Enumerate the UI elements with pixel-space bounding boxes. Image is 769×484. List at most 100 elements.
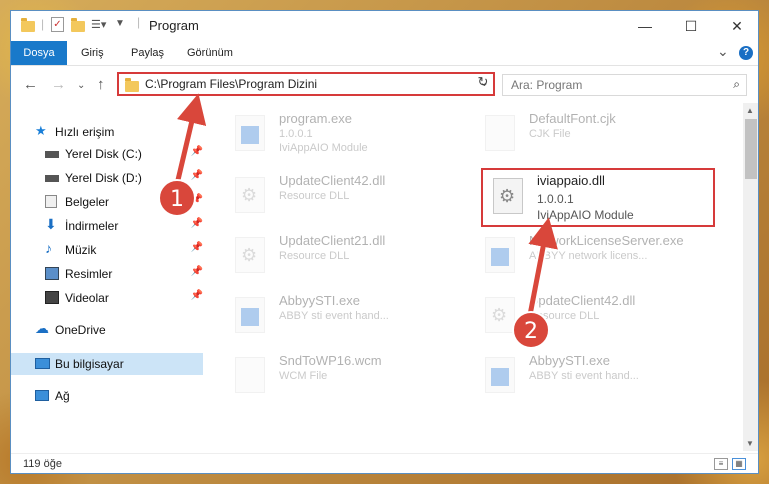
file-item[interactable]: DefaultFont.cjk CJK File — [467, 111, 707, 161]
download-arrow-icon: ⬇ — [45, 216, 57, 232]
file-name: iviappaio.dll — [537, 173, 605, 188]
nav-label: Müzik — [65, 243, 97, 257]
file-detail: 1.0.0.1 — [279, 128, 313, 140]
file-description: IviAppAIO Module — [537, 208, 634, 222]
file-detail: ABBY sti event hand... — [279, 310, 389, 322]
nav-item-quick-access[interactable]: ★ Hızlı erişim — [11, 121, 203, 143]
large-icons-view-icon[interactable]: ▦ — [732, 458, 746, 470]
file-name: UpdateClient42.dll — [529, 293, 636, 308]
maximize-button[interactable]: ☐ — [668, 11, 714, 41]
nav-label: İndirmeler — [65, 219, 119, 233]
tab-home[interactable]: Giriş — [81, 41, 104, 65]
item-count: 119 öğe — [23, 458, 62, 470]
file-name: UpdateClient21.dll — [279, 233, 386, 248]
forward-arrow-icon[interactable]: → — [51, 76, 66, 93]
pin-icon: 📌 — [190, 242, 203, 253]
file-name: NetworkLicenseServer.exe — [529, 233, 684, 248]
window-title: Program — [149, 18, 199, 33]
file-detail: Resource DLL — [279, 250, 350, 262]
customize-qa-icon[interactable]: ☰▾ — [91, 18, 106, 31]
file-name: UpdateClient42.dll — [279, 173, 386, 188]
file-item[interactable]: UpdateClient42.dll Resource DLL — [467, 293, 707, 343]
video-icon — [45, 291, 59, 304]
network-icon — [35, 390, 49, 401]
file-detail: Resource DLL — [279, 190, 350, 202]
nav-item-disk-c[interactable]: Yerel Disk (C:) 📌 — [11, 143, 203, 165]
help-icon[interactable]: ? — [739, 46, 753, 60]
step-badge-1: 1 — [158, 179, 196, 217]
refresh-icon[interactable]: ↻ — [473, 72, 493, 92]
exe-file-icon — [235, 297, 265, 333]
tab-file[interactable]: Dosya — [11, 41, 67, 65]
up-arrow-icon[interactable]: ↑ — [97, 76, 105, 93]
file-name: AbbyySTI.exe — [529, 353, 610, 368]
minimize-button[interactable]: — — [622, 11, 668, 41]
file-icon — [485, 115, 515, 151]
nav-label: Resimler — [65, 267, 113, 281]
picture-icon — [45, 267, 59, 280]
nav-item-pictures[interactable]: Resimler 📌 — [11, 263, 203, 285]
file-detail: ABBY sti event hand... — [529, 370, 639, 382]
nav-item-downloads[interactable]: ⬇ İndirmeler 📌 — [11, 215, 203, 237]
scroll-thumb[interactable] — [745, 119, 757, 179]
cloud-icon: ☁ — [35, 320, 49, 336]
scroll-up-icon[interactable]: ▲ — [746, 106, 754, 115]
nav-label: Ağ — [55, 389, 70, 403]
pin-icon: 📌 — [190, 170, 203, 181]
address-path: C:\Program Files\Program Dizini — [145, 77, 318, 91]
address-row: ← → ⌄ ↑ C:\Program Files\Program Dizini … — [11, 66, 758, 102]
nav-item-videos[interactable]: Videolar 📌 — [11, 287, 203, 309]
back-arrow-icon[interactable]: ← — [23, 76, 38, 93]
pin-icon: 📌 — [190, 290, 203, 301]
pin-icon: 📌 — [190, 146, 203, 157]
document-icon — [45, 195, 57, 208]
file-name: AbbyySTI.exe — [279, 293, 360, 308]
nav-label: Yerel Disk (C:) — [65, 147, 142, 161]
drive-icon — [45, 175, 59, 182]
file-item[interactable]: UpdateClient21.dll Resource DLL — [217, 233, 457, 283]
title-bar: | ✓ ☰▾ ▼ | Program — ☐ ✕ — [11, 11, 758, 41]
navigation-pane: ★ Hızlı erişim Yerel Disk (C:) 📌 Yerel D… — [11, 103, 211, 453]
file-item[interactable]: AbbyySTI.exe ABBY sti event hand... — [217, 293, 457, 343]
star-icon: ★ — [35, 123, 47, 138]
tab-share[interactable]: Paylaş — [131, 41, 164, 65]
step-badge-2: 2 — [512, 311, 550, 349]
tab-view[interactable]: Görünüm — [187, 41, 233, 65]
address-bar[interactable]: C:\Program Files\Program Dizini ⌄ — [117, 72, 495, 96]
nav-label: Videolar — [65, 291, 109, 305]
recent-dropdown-icon[interactable]: ⌄ — [77, 80, 85, 91]
scroll-down-icon[interactable]: ▼ — [746, 439, 754, 448]
computer-icon — [35, 358, 50, 369]
nav-item-music[interactable]: ♪ Müzik 📌 — [11, 239, 203, 261]
exe-file-icon — [485, 357, 515, 393]
file-name: program.exe — [279, 111, 352, 126]
search-input[interactable]: Ara: Program ⌕ — [502, 74, 747, 96]
ribbon-tabs: Dosya Giriş Paylaş Görünüm ⌄ ? — [11, 41, 758, 66]
nav-label: Hızlı erişim — [55, 125, 115, 139]
search-placeholder: Ara: Program — [511, 78, 583, 92]
vertical-scrollbar[interactable]: ▲ ▼ — [743, 103, 758, 451]
qa-dropdown-icon[interactable]: ▼ — [115, 18, 125, 29]
file-item[interactable]: UpdateClient42.dll Resource DLL — [217, 173, 457, 223]
details-view-icon[interactable]: ≡ — [714, 458, 728, 470]
file-icon — [235, 357, 265, 393]
dll-file-icon — [235, 177, 265, 213]
file-item[interactable]: SndToWP16.wcm WCM File — [217, 353, 457, 403]
pin-icon: 📌 — [190, 218, 203, 229]
nav-item-network[interactable]: Ağ — [11, 385, 203, 407]
file-detail: ABBYY network licens... — [529, 250, 648, 262]
nav-item-onedrive[interactable]: ☁ OneDrive — [11, 319, 203, 341]
close-button[interactable]: ✕ — [714, 11, 758, 41]
file-detail: CJK File — [529, 128, 571, 140]
file-list: program.exe 1.0.0.1 IviAppAIO Module Def… — [217, 103, 739, 451]
separator: | — [41, 17, 45, 31]
file-item[interactable]: program.exe 1.0.0.1 IviAppAIO Module — [217, 111, 457, 161]
file-item[interactable]: AbbyySTI.exe ABBY sti event hand... — [467, 353, 707, 403]
nav-item-this-pc[interactable]: Bu bilgisayar — [11, 353, 203, 375]
file-detail: WCM File — [279, 370, 328, 382]
new-folder-icon[interactable] — [71, 18, 85, 32]
highlighted-file-item[interactable]: iviappaio.dll 1.0.0.1 IviAppAIO Module — [481, 168, 715, 227]
properties-icon[interactable]: ✓ — [51, 17, 64, 32]
file-item[interactable]: NetworkLicenseServer.exe ABBYY network l… — [467, 233, 707, 283]
ribbon-expand-icon[interactable]: ⌄ — [717, 43, 729, 60]
